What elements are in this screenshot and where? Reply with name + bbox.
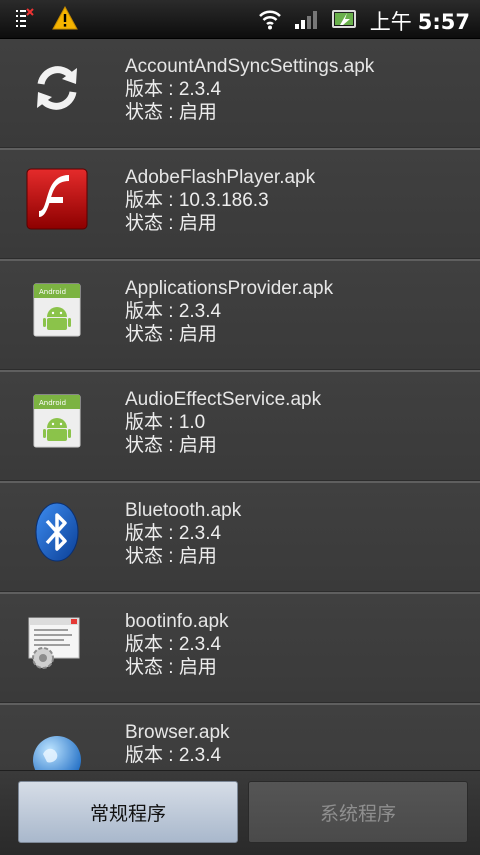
app-name: Bluetooth.apk xyxy=(125,500,242,521)
app-list[interactable]: AccountAndSyncSettings.apk 版本 : 2.3.4 状态… xyxy=(0,39,480,770)
app-name: bootinfo.apk xyxy=(125,611,229,632)
app-status: 状态 : 启用 xyxy=(125,435,217,456)
bottom-tab-bar: 常规程序 系统程序 xyxy=(0,770,480,855)
app-name: AdobeFlashPlayer.apk xyxy=(125,167,316,188)
clock: 上午 5:57 xyxy=(370,6,470,36)
status-bar: 上午 5:57 xyxy=(0,0,480,39)
list-item[interactable]: AccountAndSyncSettings.apk 版本 : 2.3.4 状态… xyxy=(0,39,480,150)
list-item[interactable]: Bluetooth.apk 版本 : 2.3.4 状态 : 启用 xyxy=(0,483,480,594)
list-item[interactable]: Android ApplicationsProvider.apk 版本 : 2.… xyxy=(0,261,480,372)
app-version: 版本 : 2.3.4 xyxy=(125,301,222,322)
list-item[interactable]: bootinfo.apk 版本 : 2.3.4 状态 : 启用 xyxy=(0,594,480,705)
app-name: ApplicationsProvider.apk xyxy=(125,278,334,299)
app-name: AccountAndSyncSettings.apk xyxy=(125,56,375,77)
app-status: 状态 : 启用 xyxy=(125,213,217,234)
globe-icon xyxy=(22,719,92,770)
tab-normal-programs[interactable]: 常规程序 xyxy=(18,781,238,843)
time-prefix: 上午 xyxy=(369,10,412,34)
list-item[interactable]: AdobeFlashPlayer.apk 版本 : 10.3.186.3 状态 … xyxy=(0,150,480,261)
sim-manager-icon xyxy=(14,7,36,33)
list-item[interactable]: Browser.apk 版本 : 2.3.4 xyxy=(0,705,480,770)
warning-icon xyxy=(52,5,78,34)
app-status: 状态 : 启用 xyxy=(125,324,217,345)
list-item[interactable]: Android AudioEffectService.apk 版本 : 1.0 … xyxy=(0,372,480,483)
svg-text:Android: Android xyxy=(39,288,66,296)
wifi-icon xyxy=(258,8,282,34)
app-version: 版本 : 2.3.4 xyxy=(125,523,222,544)
app-status: 状态 : 启用 xyxy=(125,657,217,678)
app-status: 状态 : 启用 xyxy=(125,546,217,567)
battery-charging-icon xyxy=(331,9,358,33)
sync-icon xyxy=(22,53,92,123)
app-status: 状态 : 启用 xyxy=(125,102,217,123)
time: 5:57 xyxy=(417,10,470,34)
app-version: 版本 : 2.3.4 xyxy=(125,634,222,655)
app-version: 版本 : 2.3.4 xyxy=(125,745,222,766)
android-app-icon: Android xyxy=(22,275,92,345)
app-version: 版本 : 10.3.186.3 xyxy=(125,190,269,211)
flash-player-icon xyxy=(22,164,92,234)
app-version: 版本 : 1.0 xyxy=(125,412,206,433)
signal-icon xyxy=(294,8,320,34)
tab-system-programs[interactable]: 系统程序 xyxy=(248,781,468,843)
app-name: Browser.apk xyxy=(125,722,230,743)
android-app-icon: Android xyxy=(22,386,92,456)
app-version: 版本 : 2.3.4 xyxy=(125,79,222,100)
settings-window-icon xyxy=(22,608,92,678)
bluetooth-icon xyxy=(22,497,92,567)
svg-text:Android: Android xyxy=(39,399,66,407)
app-name: AudioEffectService.apk xyxy=(125,389,322,410)
